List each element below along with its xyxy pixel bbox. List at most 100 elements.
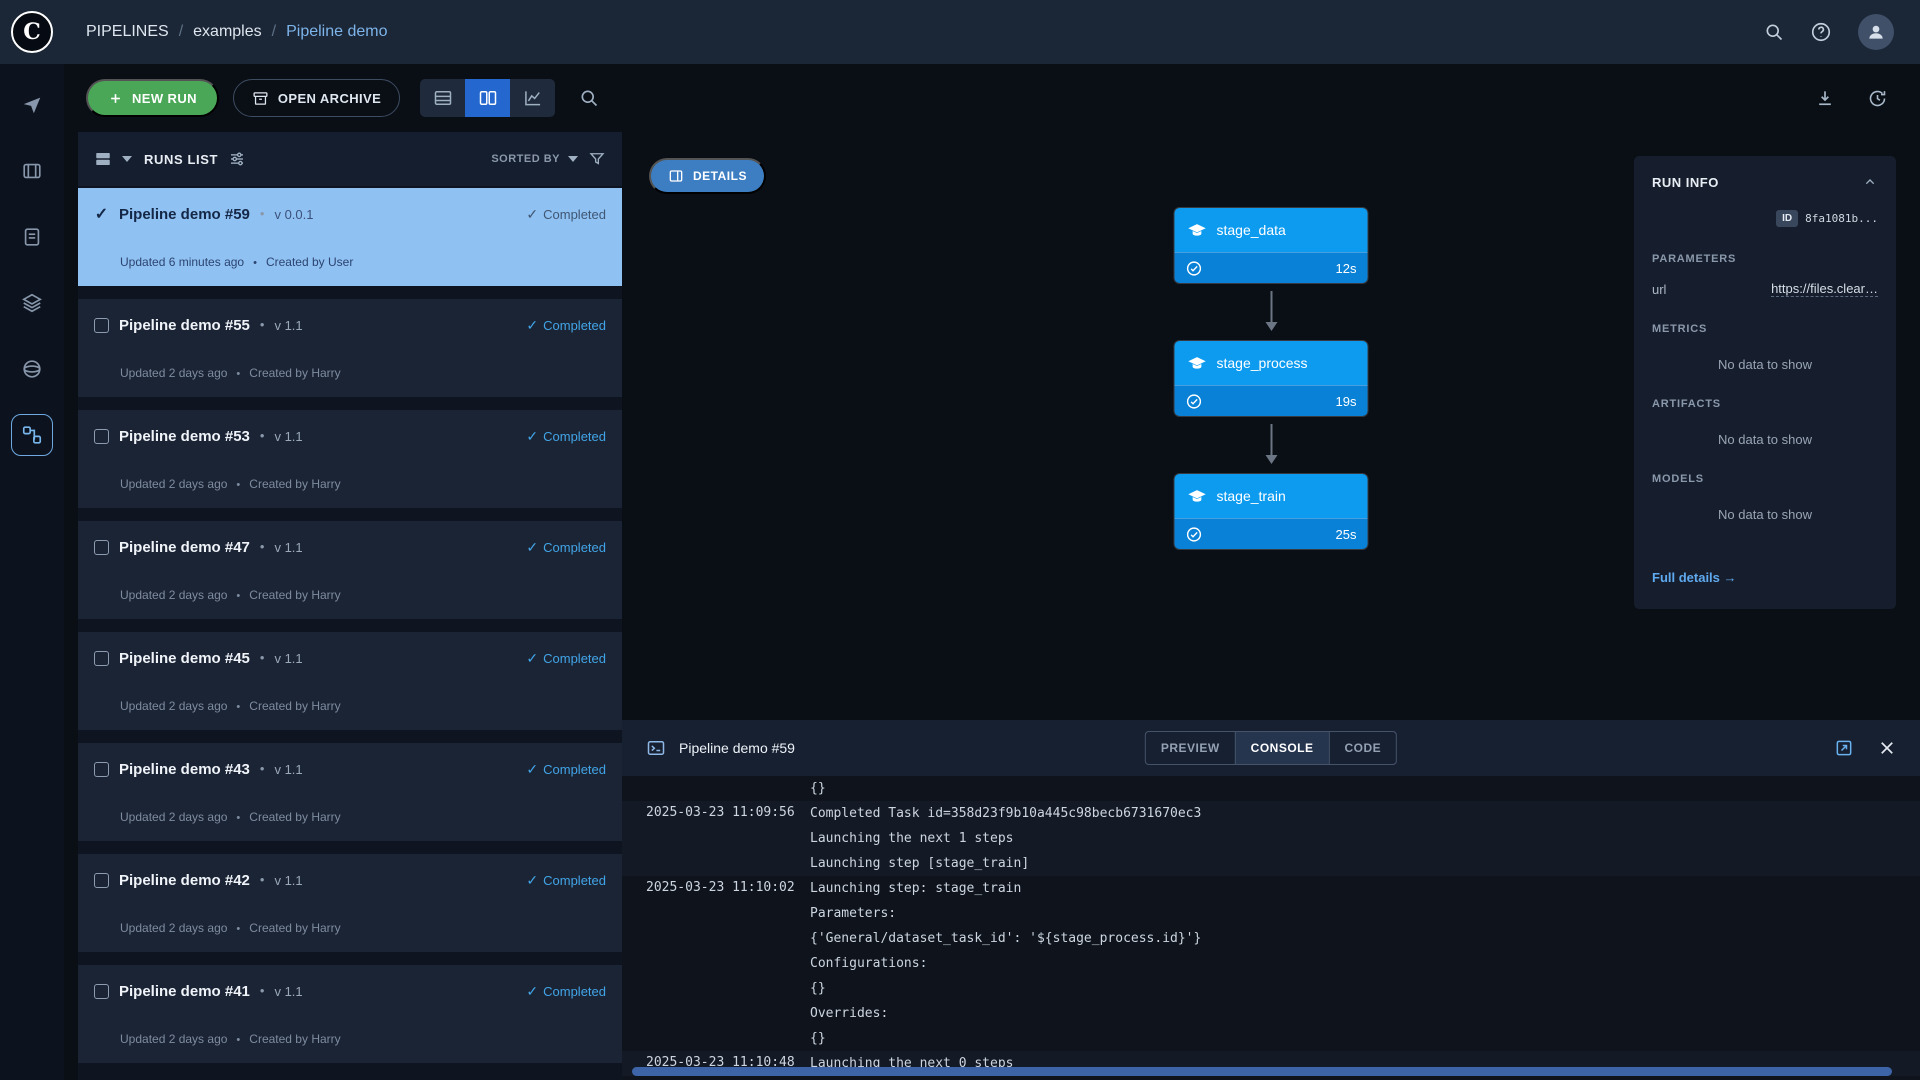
log-line: {} [810,976,1920,1001]
projects-icon [21,94,43,116]
help-icon[interactable] [1810,21,1832,43]
tune-filters-icon[interactable] [228,150,246,168]
run-card[interactable]: Pipeline demo #59 v 0.0.1 Completed Upda… [78,188,622,286]
run-card[interactable]: Pipeline demo #41 v 1.1 Completed Update… [78,965,622,1063]
runs-search-icon[interactable] [579,88,599,108]
run-card[interactable]: Pipeline demo #45 v 1.1 Completed Update… [78,632,622,730]
models-empty-text: No data to show [1652,507,1878,522]
run-created-by: Created by Harry [249,921,340,935]
tab-code[interactable]: CODE [1329,732,1397,764]
run-status-badge: Completed [526,206,606,223]
sidebar-item-hyper-datasets[interactable] [11,282,53,324]
runs-list: Pipeline demo #59 v 0.0.1 Completed Upda… [78,188,622,1080]
log-line: Launching step [stage_train] [810,851,1920,876]
reports-icon [21,226,43,248]
log-line: Parameters: [810,901,1920,926]
parameter-value[interactable]: https://files.clear… [1771,281,1878,297]
status-check-icon [1186,393,1203,410]
id-badge: ID [1776,210,1798,227]
pipeline-node[interactable]: stage_process 19s [1175,341,1368,416]
run-card[interactable]: Pipeline demo #55 v 1.1 Completed Update… [78,299,622,397]
clearml-logo[interactable]: C [11,11,53,53]
run-checkbox[interactable] [94,651,109,666]
pipeline-node[interactable]: stage_data 12s [1175,208,1368,283]
open-archive-button[interactable]: OPEN ARCHIVE [233,79,400,117]
run-created-by: Created by Harry [249,366,340,380]
separator-dot [260,649,265,667]
plus-icon [108,91,123,106]
sidebar-item-pipelines[interactable] [11,414,53,456]
status-check-icon [1186,526,1203,543]
metrics-empty-text: No data to show [1652,357,1878,372]
run-checkbox[interactable] [94,873,109,888]
log-group: 2025-03-23 11:09:56Completed Task id=358… [622,801,1920,876]
tab-console[interactable]: CONSOLE [1235,732,1329,764]
collapse-chevron-icon[interactable] [1862,174,1878,190]
close-icon[interactable] [1878,739,1896,757]
log-line: {} [810,776,1920,801]
search-icon[interactable] [1764,22,1784,42]
details-label: DETAILS [693,169,747,183]
tab-preview[interactable]: PREVIEW [1146,732,1235,764]
sidebar-item-datasets[interactable] [11,150,53,192]
run-meta: Updated 2 days ago Created by Harry [120,810,341,824]
log-timestamp [622,776,810,801]
pipeline-node[interactable]: stage_train 25s [1175,474,1368,549]
run-updated: Updated 2 days ago [120,921,227,935]
log-timestamp: 2025-03-23 11:09:56 [622,801,810,876]
chart-view-button[interactable] [510,79,555,117]
run-checkbox[interactable] [94,762,109,777]
run-card[interactable]: Pipeline demo #53 v 1.1 Completed Update… [78,410,622,508]
user-avatar-icon[interactable] [1858,14,1894,50]
breadcrumb-current: Pipeline demo [262,23,388,41]
run-version: v 0.0.1 [274,207,313,222]
run-card[interactable]: Pipeline demo #47 v 1.1 Completed Update… [78,521,622,619]
log-line: Overrides: [810,1001,1920,1026]
console-log[interactable]: {}2025-03-23 11:09:56Completed Task id=3… [622,776,1920,1080]
sidebar-item-models[interactable] [11,348,53,390]
breadcrumb-examples[interactable]: examples [169,23,262,41]
new-run-button[interactable]: NEW RUN [86,79,219,117]
run-card[interactable]: Pipeline demo #43 v 1.1 Completed Update… [78,743,622,841]
sorted-by-dropdown[interactable]: SORTED BY [491,153,578,165]
node-duration: 19s [1336,394,1357,409]
breadcrumb-pipelines[interactable]: PIPELINES [86,23,169,41]
pipeline-graph-area: DETAILS stage_data 12s stage_process [622,132,1920,720]
node-name: stage_process [1217,355,1308,371]
sorted-by-label: SORTED BY [491,153,560,165]
sidebar-item-projects[interactable] [11,84,53,126]
run-checkbox[interactable] [94,984,109,999]
download-icon[interactable] [1815,88,1835,109]
datasets-icon [21,160,43,182]
separator-dot [253,255,257,269]
run-version: v 1.1 [274,873,302,888]
auto-refresh-icon[interactable] [1867,88,1888,109]
log-line: Completed Task id=358d23f9b10a445c98becb… [810,801,1920,826]
dag-arrow-icon [1270,291,1272,329]
run-card[interactable]: Pipeline demo #42 v 1.1 Completed Update… [78,854,622,952]
console-header: Pipeline demo #59 PREVIEWCONSOLECODE [622,720,1920,776]
run-checkbox[interactable] [94,540,109,555]
split-view-icon [478,88,498,108]
chevron-down-icon [568,156,578,162]
full-details-link[interactable]: Full details → [1652,570,1737,585]
chevron-down-icon[interactable] [122,156,132,162]
run-status-badge: Completed [526,650,606,667]
expand-panel-icon[interactable] [1834,738,1854,758]
run-id-value[interactable]: 8fa1081b... [1805,212,1878,225]
details-button[interactable]: DETAILS [649,158,766,194]
stage-cap-icon [1188,487,1207,506]
split-view-button[interactable] [465,79,510,117]
table-view-button[interactable] [420,79,465,117]
run-id-row: ID 8fa1081b... [1652,210,1878,227]
run-version: v 1.1 [274,651,302,666]
log-line: Configurations: [810,951,1920,976]
run-checkbox[interactable] [94,429,109,444]
layout-toggle-icon[interactable] [94,150,112,168]
run-checkbox[interactable] [94,207,109,222]
node-duration: 25s [1336,527,1357,542]
run-checkbox[interactable] [94,318,109,333]
horizontal-scrollbar[interactable] [632,1067,1892,1076]
sidebar-item-reports[interactable] [11,216,53,258]
filter-funnel-icon[interactable] [588,150,606,168]
